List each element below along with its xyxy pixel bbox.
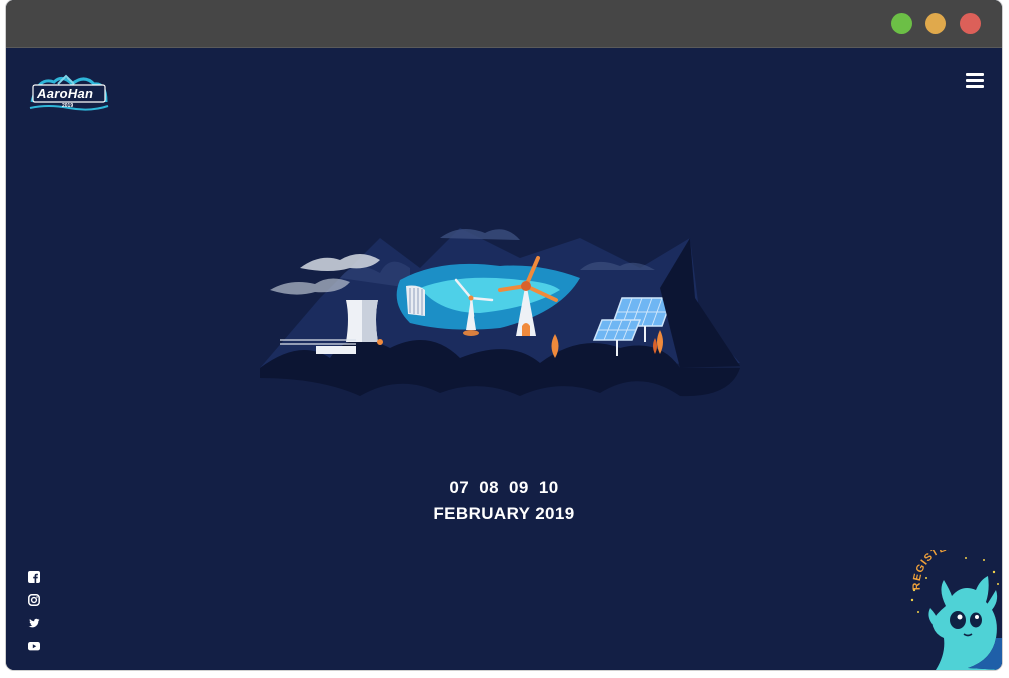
twitter-icon[interactable] (28, 617, 40, 629)
hamburger-menu-icon[interactable] (966, 72, 984, 88)
register-mascot-icon: REGISTER (911, 540, 1002, 670)
close-button[interactable] (960, 13, 981, 34)
site-logo[interactable]: AaroHan 2019 (28, 72, 110, 114)
logo-wordmark: AaroHan (37, 86, 94, 101)
facebook-icon[interactable] (28, 571, 40, 583)
youtube-icon[interactable] (28, 640, 40, 652)
title-bar (6, 0, 1002, 48)
register-label: REGISTER (911, 550, 957, 590)
maximize-button[interactable] (891, 13, 912, 34)
instagram-icon[interactable] (28, 594, 40, 606)
hero-illustration (260, 218, 740, 400)
event-month-year: FEBRUARY 2019 (433, 504, 575, 523)
event-dates: 07 08 09 10 FEBRUARY 2019 (6, 478, 1002, 524)
register-button[interactable]: REGISTER (906, 540, 1002, 670)
browser-window: AaroHan 2019 07 08 09 10 FEBRUARY 2019 R… (6, 0, 1002, 670)
logo-year: 2019 (62, 103, 74, 109)
landing-page: AaroHan 2019 07 08 09 10 FEBRUARY 2019 R… (6, 48, 1002, 670)
minimize-button[interactable] (925, 13, 946, 34)
event-days: 07 08 09 10 (449, 478, 559, 497)
